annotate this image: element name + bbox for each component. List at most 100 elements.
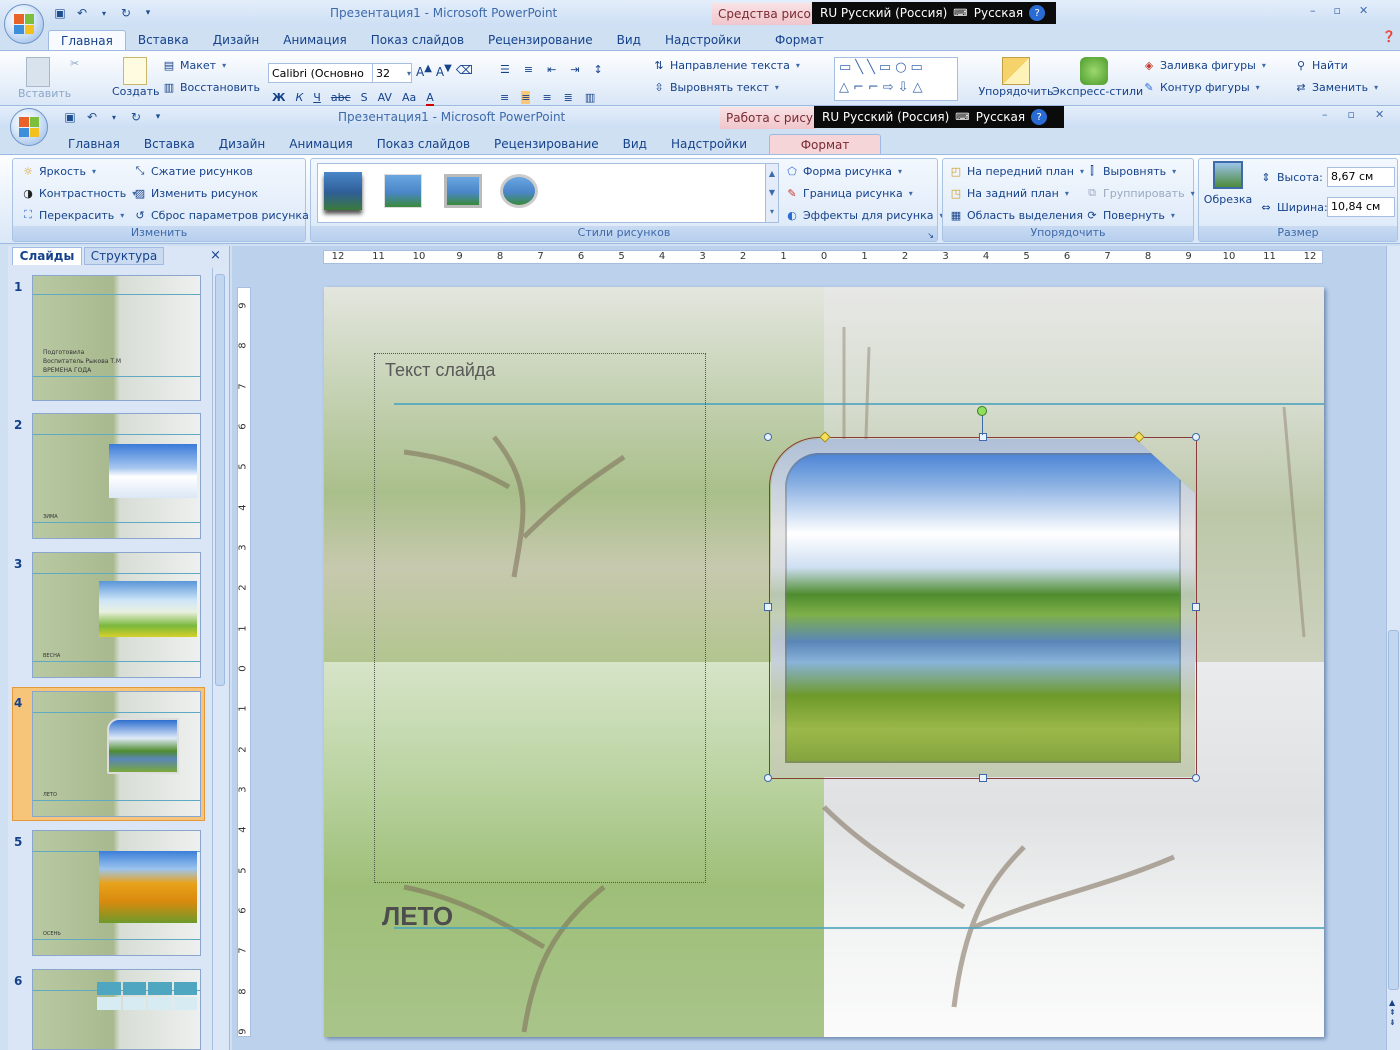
reset-picture-button[interactable]: ↺ Сброс параметров рисунка [133, 205, 308, 225]
minimize-icon[interactable]: – [1322, 108, 1328, 121]
slide-thumbnail-4[interactable]: ЛЕТО [32, 691, 201, 817]
slide-canvas[interactable]: Текст слайда ЛЕТО [324, 287, 1324, 1037]
tab-outline[interactable]: Структура [84, 247, 164, 265]
resize-handle-tr[interactable] [1192, 433, 1200, 441]
resize-handle-bl[interactable] [764, 774, 772, 782]
back-layout-button[interactable]: ▤ Макет ▾ [162, 55, 226, 75]
ribbon-tab[interactable]: Формат [769, 134, 882, 154]
back-language-bar[interactable]: RU Русский (Россия) ⌨ Русская ? [812, 2, 1056, 24]
office-button[interactable] [10, 108, 48, 146]
customize-qat-icon[interactable]: ▾ [140, 5, 156, 21]
brightness-button[interactable]: ☼ Яркость ▾ [21, 161, 96, 181]
resize-handle-b[interactable] [979, 774, 987, 782]
tab-slides[interactable]: Слайды [12, 247, 82, 265]
back-ribbon-tab[interactable]: Надстройки [653, 30, 753, 50]
back-ribbon-tab[interactable]: Анимация [271, 30, 358, 50]
width-input[interactable]: 10,84 см [1327, 197, 1395, 217]
picture-border-button[interactable]: ✎ Граница рисунка ▾ [785, 183, 912, 203]
change-picture-button[interactable]: ▨ Изменить рисунок [133, 183, 258, 203]
redo-icon[interactable]: ↻ [128, 109, 144, 125]
underline-icon[interactable]: Ч [313, 91, 321, 107]
style-thumb-3[interactable] [444, 174, 482, 208]
contrast-button[interactable]: ◑ Контрастность ▾ [21, 183, 136, 203]
send-to-back-button[interactable]: ◳ На задний план ▾ [949, 183, 1069, 203]
gallery-scroll[interactable]: ▲ ▼ ▾ [765, 163, 779, 223]
bullets-icon[interactable]: ☰ [500, 63, 510, 76]
close-panel-icon[interactable]: × [210, 248, 221, 263]
increase-indent-icon[interactable]: ⇥ [570, 63, 579, 76]
back-shapes-gallery[interactable]: ▭╲╲▭○▭ △⌐⌐⇨⇩△ [834, 57, 958, 101]
strike-icon[interactable]: abc [331, 91, 351, 107]
ribbon-tab[interactable]: Главная [56, 134, 132, 154]
align-right-icon[interactable]: ≡ [542, 91, 551, 104]
justify-icon[interactable]: ≣ [564, 91, 573, 104]
resize-handle-l[interactable] [764, 603, 772, 611]
back-ribbon-tab[interactable]: Вставка [126, 30, 201, 50]
ribbon-tab[interactable]: Надстройки [659, 134, 759, 154]
resize-handle-r[interactable] [1192, 603, 1200, 611]
resize-handle-tl[interactable] [764, 433, 772, 441]
ribbon-tab[interactable]: Вид [611, 134, 659, 154]
back-ribbon-tab[interactable]: Дизайн [201, 30, 272, 50]
maximize-icon[interactable]: ▫ [1334, 4, 1341, 17]
style-thumb-2[interactable] [384, 174, 422, 208]
cut-icon[interactable]: ✂ [70, 57, 79, 70]
resize-handle-t[interactable] [979, 433, 987, 441]
recolor-button[interactable]: ⛶ Перекрасить ▾ [21, 205, 124, 225]
slide-thumbnail-1[interactable]: Подготовила Воспитатель Рыкова Т.М ВРЕМЕ… [32, 275, 201, 401]
picture-effects-button[interactable]: ◐Эффекты для рисунка▾ [785, 205, 943, 225]
picture-shape-button[interactable]: ⬠ Форма рисунка ▾ [785, 161, 902, 181]
close-icon[interactable]: ✕ [1375, 108, 1384, 121]
font-color-icon[interactable]: A [426, 91, 434, 107]
slide-thumbnail-2[interactable]: ЗИМА [32, 413, 201, 539]
slide-thumbnail-5[interactable]: ОСЕНЬ [32, 830, 201, 956]
rotate-button[interactable]: ⟳ Повернуть ▾ [1085, 205, 1174, 225]
scroll-arrows[interactable]: ▲ ⇞ ⇟ [1389, 998, 1396, 1028]
group-button[interactable]: ⧉ Группировать ▾ [1085, 183, 1195, 203]
help-icon[interactable]: ? [1031, 109, 1048, 125]
ribbon-tab[interactable]: Дизайн [207, 134, 278, 154]
crop-button[interactable]: Обрезка [1203, 161, 1253, 206]
back-ribbon-tab[interactable]: Рецензирование [476, 30, 605, 50]
minimize-icon[interactable]: – [1310, 4, 1316, 17]
bold-icon[interactable]: Ж [272, 91, 285, 107]
back-ribbon-tab[interactable]: Показ слайдов [359, 30, 476, 50]
back-help-icon[interactable]: ❓ [1382, 30, 1396, 43]
back-ribbon-tab[interactable]: Формат [763, 30, 836, 50]
grow-font-icon[interactable]: A▲ [416, 63, 432, 79]
panel-scroll-thumb[interactable] [215, 274, 225, 686]
columns-icon[interactable]: ▥ [585, 91, 595, 104]
chevron-down-icon[interactable]: ▾ [96, 5, 112, 21]
back-ribbon-tab[interactable]: Вид [605, 30, 653, 50]
line-spacing-icon[interactable]: ↕ [594, 63, 603, 76]
slide-thumbnail-3[interactable]: ВЕСНА [32, 552, 201, 678]
summer-landscape-picture[interactable] [771, 439, 1195, 777]
compress-pictures-button[interactable]: ⤡ Сжатие рисунков [133, 161, 253, 181]
language-bar[interactable]: RU Русский (Россия) ⌨ Русская ? [814, 106, 1064, 128]
back-new-slide-button[interactable]: Создать [112, 57, 160, 98]
back-office-button[interactable] [4, 4, 44, 44]
clear-format-icon[interactable]: ⌫ [456, 63, 473, 79]
align-button[interactable]: ⫿ Выровнять ▾ [1085, 161, 1176, 181]
main-scrollbar[interactable]: ▲ ⇞ ⇟ [1386, 246, 1400, 1050]
shrink-font-icon[interactable]: A▼ [436, 63, 452, 79]
case-icon[interactable]: Aa [402, 91, 416, 107]
back-shape-outline-button[interactable]: ✎ Контур фигуры ▾ [1142, 77, 1259, 97]
ribbon-tab[interactable]: Показ слайдов [365, 134, 482, 154]
numbering-icon[interactable]: ≡ [524, 63, 533, 76]
decrease-indent-icon[interactable]: ⇤ [547, 63, 556, 76]
ribbon-tab[interactable]: Вставка [132, 134, 207, 154]
text-placeholder[interactable]: Текст слайда [374, 353, 706, 883]
resize-handle-br[interactable] [1192, 774, 1200, 782]
back-font-size-combo[interactable]: 32 ▾ [372, 63, 412, 83]
spacing-icon[interactable]: AV [378, 91, 392, 107]
slide-thumbnail-6[interactable] [32, 969, 201, 1050]
ribbon-tab[interactable]: Рецензирование [482, 134, 611, 154]
main-scroll-thumb[interactable] [1388, 630, 1399, 990]
align-left-icon[interactable]: ≡ [500, 91, 509, 104]
panel-scrollbar[interactable] [212, 268, 226, 1050]
chevron-down-icon[interactable]: ▾ [106, 109, 122, 125]
save-icon[interactable]: ▣ [52, 5, 68, 21]
shadow-icon[interactable]: S [361, 91, 368, 107]
bring-to-front-button[interactable]: ◰ На передний план ▾ [949, 161, 1084, 181]
